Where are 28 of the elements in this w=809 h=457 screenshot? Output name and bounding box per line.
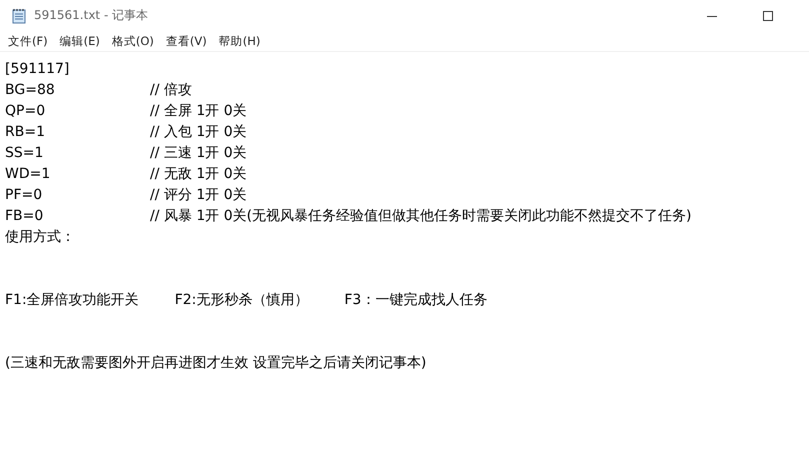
text-line: [591117] (5, 60, 70, 79)
comment-text: // 倍攻 (150, 81, 192, 100)
text-line: 使用方式： (5, 228, 75, 247)
maximize-icon[interactable] (763, 10, 773, 20)
comment-text: // 入包 1开 0关 (150, 123, 247, 142)
notepad-icon (11, 8, 27, 24)
setting-text: QP=0 (5, 102, 46, 121)
window-title: 591561.txt - 记事本 (34, 7, 148, 24)
setting-text: RB=1 (5, 123, 46, 142)
text-line: (三速和无敌需要图外开启再进图才生效 设置完毕之后请关闭记事本) (5, 354, 426, 373)
menu-item[interactable]: 查看(V) (160, 34, 212, 48)
comment-text: // 三速 1开 0关 (150, 144, 247, 163)
menu-item[interactable]: 格式(O) (106, 34, 159, 48)
comment-text: // 无敌 1开 0关 (150, 165, 247, 184)
setting-text: WD=1 (5, 165, 52, 184)
hotkey-text: F3：一键完成找人任务 (344, 291, 488, 310)
menu-item[interactable]: 编辑(E) (54, 34, 105, 48)
menu-item[interactable]: 文件(F) (3, 34, 53, 48)
setting-text: FB=0 (5, 207, 44, 226)
hotkey-text: F1:全屏倍攻功能开关 (5, 291, 139, 310)
menu-item[interactable]: 帮助(H) (214, 34, 266, 48)
setting-text: PF=0 (5, 186, 44, 205)
comment-text: // 评分 1开 0关 (150, 186, 247, 205)
comment-text: // 风暴 1开 0关(无视风暴任务经验值但做其他任务时需要关闭此功能不然提交不了任务) (150, 207, 692, 226)
setting-text: SS=1 (5, 144, 44, 163)
comment-text: // 全屏 1开 0关 (150, 102, 247, 121)
setting-text: BG=88 (5, 81, 56, 100)
hotkey-text: F2:无形秒杀（慎用） (174, 291, 308, 310)
